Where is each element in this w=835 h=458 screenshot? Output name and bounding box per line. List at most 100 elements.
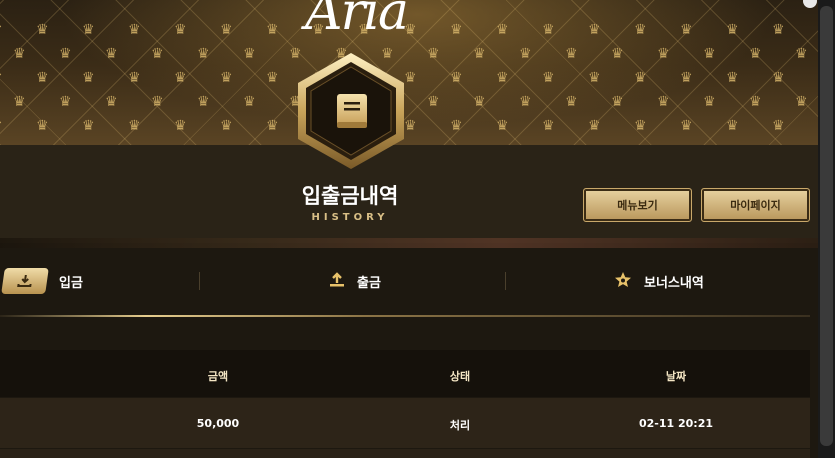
crown-icon: ♛ [243,94,256,110]
crown-icon: ♛ [519,94,532,110]
crown-icon: ♛ [565,94,578,110]
crown-icon: ♛ [128,70,141,86]
download-icon [1,268,49,294]
cell-status: 처리 [449,419,471,432]
crown-icon: ♛ [588,118,601,134]
crown-icon: ♛ [105,46,118,62]
crown-icon: ♛ [0,118,3,134]
column-header-date: 날짜 [665,370,687,383]
crown-icon: ♛ [0,70,3,86]
tab-bonus-label: 보너스내역 [644,275,704,291]
tab-withdraw-label: 출금 [357,275,381,291]
crown-icon: ♛ [174,118,187,134]
crown-icon: ♛ [128,22,141,38]
crown-icon: ♛ [174,70,187,86]
crown-icon: ♛ [611,94,624,110]
crown-icon: ♛ [128,118,141,134]
crown-icon: ♛ [542,22,555,38]
crown-icon: ♛ [588,70,601,86]
crown-icon: ♛ [197,94,210,110]
crown-icon: ♛ [496,118,509,134]
crown-icon: ♛ [266,70,279,86]
crown-icon: ♛ [657,46,670,62]
crown-icon: ♛ [243,46,256,62]
crown-icon: ♛ [36,22,49,38]
crown-icon: ♛ [611,46,624,62]
crown-icon: ♛ [749,94,762,110]
star-icon [614,271,632,292]
tab-deposit[interactable]: 입금 [1,264,83,298]
crown-icon: ♛ [772,22,785,38]
site-logo[interactable]: Aria [286,0,426,42]
decorative-strip [0,238,835,248]
column-header-status: 상태 [449,370,471,383]
crown-icon: ♛ [82,22,95,38]
crown-icon: ♛ [726,22,739,38]
crown-icon: ♛ [59,94,72,110]
crown-icon: ♛ [427,94,440,110]
crown-icon: ♛ [680,70,693,86]
crown-icon: ♛ [105,94,118,110]
crown-icon: ♛ [220,22,233,38]
crown-icon: ♛ [266,118,279,134]
crown-icon: ♛ [0,22,3,38]
crown-icon: ♛ [726,70,739,86]
crown-icon: ♛ [151,46,164,62]
scrollbar[interactable] [818,0,835,458]
scrollbar-thumb[interactable] [820,6,833,446]
menu-button[interactable]: 메뉴보기 [583,188,692,222]
page-title: 입출금내역 [301,184,399,208]
tab-divider [199,272,200,290]
crown-icon: ♛ [703,94,716,110]
table-header: 금액 상태 날짜 [0,350,810,397]
crown-icon: ♛ [657,94,670,110]
crown-icon: ♛ [151,94,164,110]
crown-icon: ♛ [496,70,509,86]
crown-icon: ♛ [220,70,233,86]
crown-icon: ♛ [772,118,785,134]
cell-amount: 50,000 [196,417,240,430]
crown-icon: ♛ [772,70,785,86]
crown-icon: ♛ [473,46,486,62]
page-subtitle: HISTORY [311,212,389,223]
crown-icon: ♛ [36,70,49,86]
crown-icon: ♛ [82,118,95,134]
crown-icon: ♛ [680,22,693,38]
crown-icon: ♛ [197,46,210,62]
crown-icon: ♛ [174,22,187,38]
crown-icon: ♛ [795,94,808,110]
table-row-next [0,449,810,458]
table-row: 50,000 처리 02-11 20:21 [0,398,810,448]
crown-icon: ♛ [703,46,716,62]
crown-icon: ♛ [266,22,279,38]
crown-icon: ♛ [634,118,647,134]
crown-icon: ♛ [588,22,601,38]
crown-icon: ♛ [82,70,95,86]
crown-icon: ♛ [13,94,26,110]
crown-icon: ♛ [634,70,647,86]
crown-icon: ♛ [726,118,739,134]
cell-date: 02-11 20:21 [638,417,714,430]
crown-icon: ♛ [450,22,463,38]
tab-divider [505,272,506,290]
crown-icon: ♛ [473,94,486,110]
crown-icon: ♛ [749,46,762,62]
crown-icon: ♛ [634,22,647,38]
crown-icon: ♛ [220,118,233,134]
crown-icon: ♛ [542,118,555,134]
tab-deposit-label: 입금 [59,275,83,291]
crown-icon: ♛ [450,118,463,134]
crown-icon: ♛ [450,70,463,86]
crown-icon: ♛ [13,46,26,62]
tab-withdraw[interactable]: 출금 [329,264,381,298]
crown-icon: ♛ [59,46,72,62]
crown-icon: ♛ [542,70,555,86]
column-header-amount: 금액 [207,370,229,383]
mypage-button[interactable]: 마이페이지 [701,188,810,222]
upload-icon [329,271,345,291]
crown-icon: ♛ [496,22,509,38]
crown-icon: ♛ [519,46,532,62]
history-book-icon [294,50,408,172]
tab-bonus[interactable]: 보너스내역 [614,264,704,298]
crown-icon: ♛ [36,118,49,134]
